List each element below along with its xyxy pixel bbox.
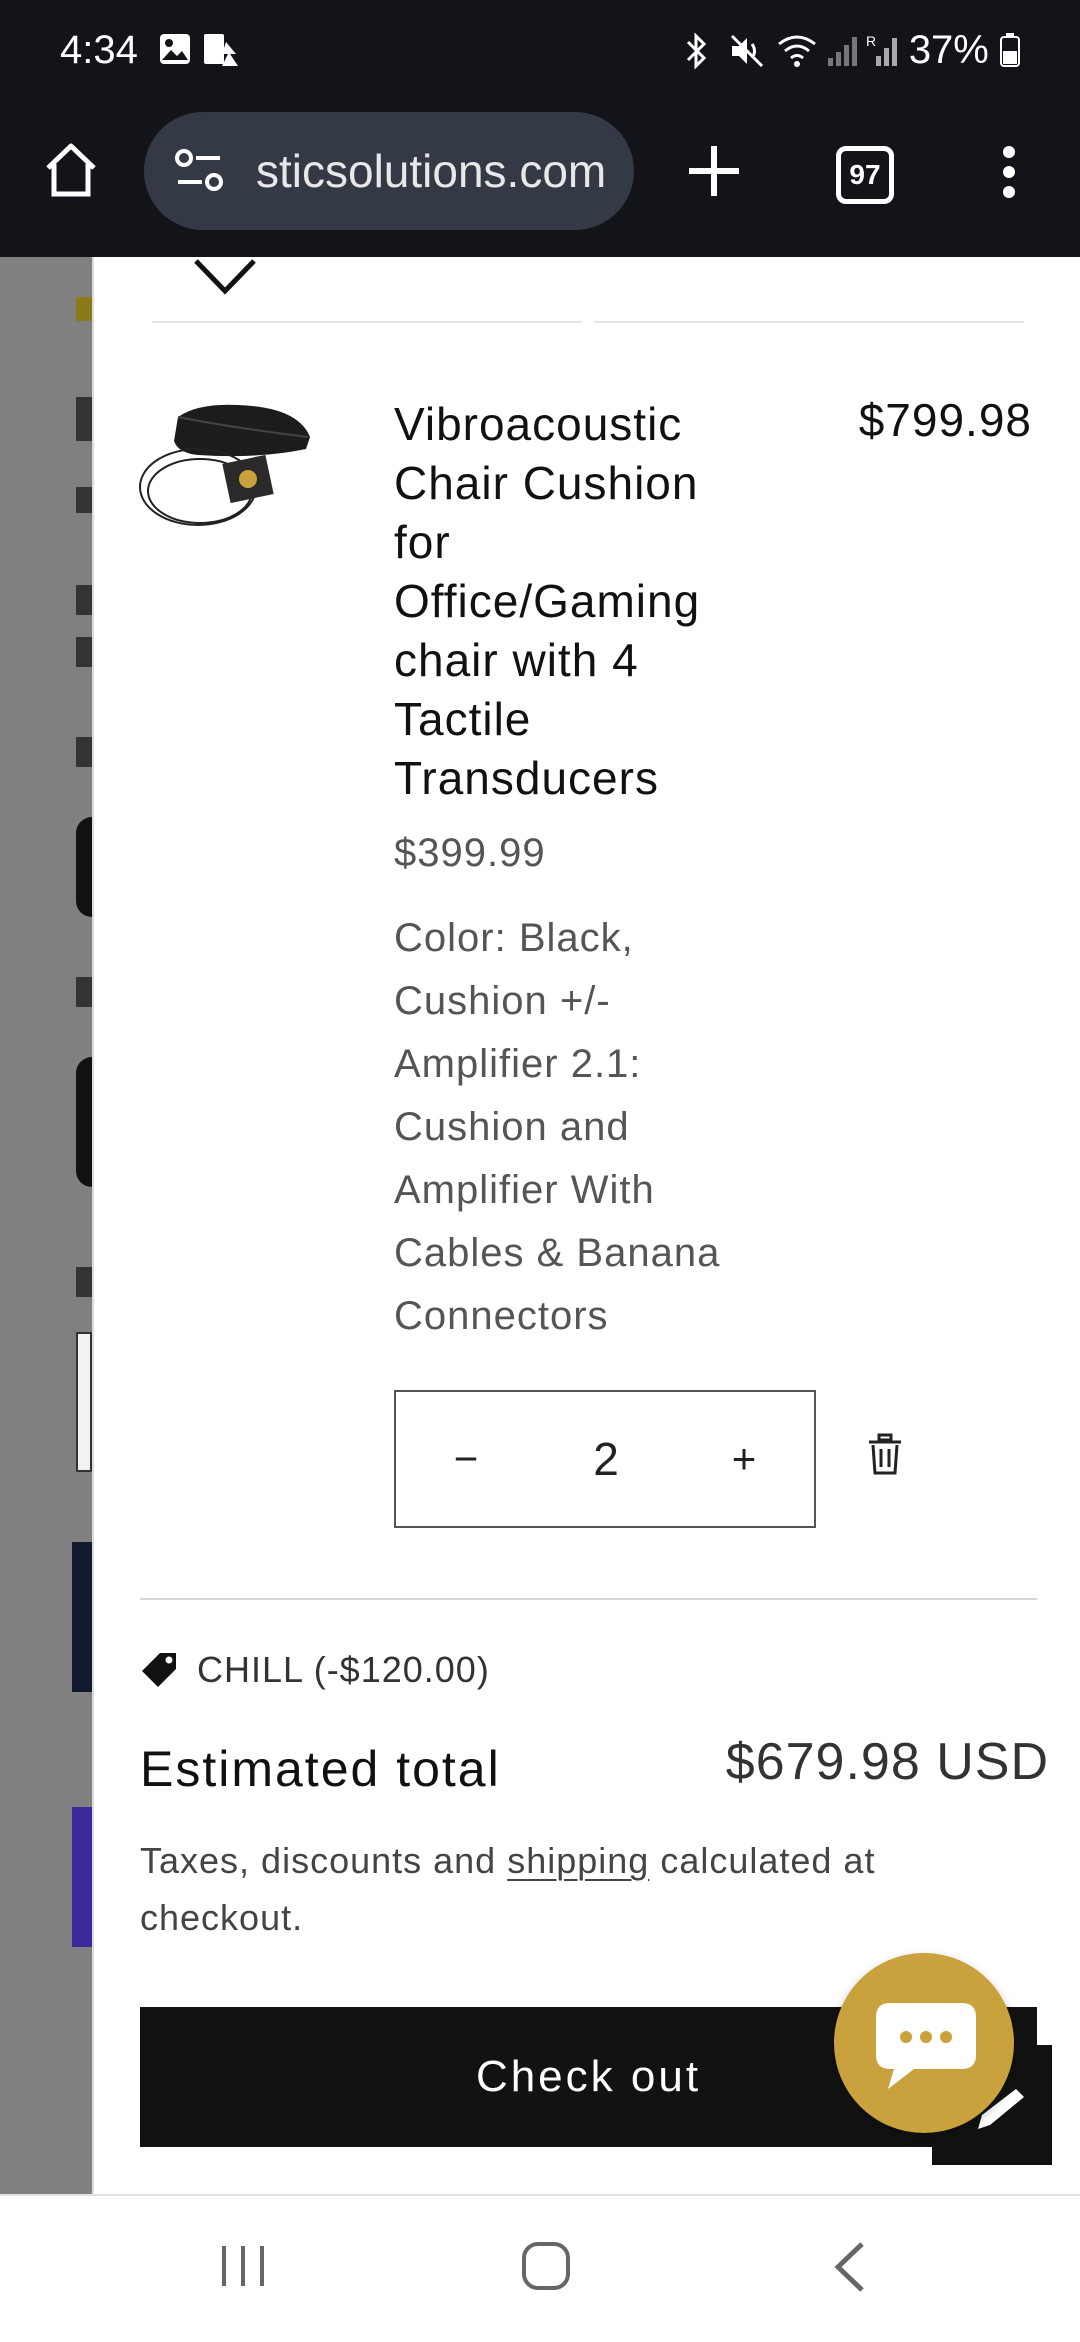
svg-text:R: R (866, 33, 876, 49)
estimated-total-value: $679.98 USD (725, 1733, 1049, 1791)
app-notification-icon (202, 32, 242, 75)
variant-options: Color: Black, Cushion +/- Amplifier 2.1:… (394, 916, 721, 1338)
product-image[interactable] (138, 397, 316, 537)
chevron-down-icon[interactable] (190, 257, 260, 302)
tax-note: Taxes, discounts and shipping calculated… (140, 1832, 1020, 1946)
address-bar[interactable]: sticsolutions.com (144, 112, 634, 230)
discount-code: CHILL (-$120.00) (197, 1649, 490, 1690)
status-time: 4:34 (60, 28, 138, 72)
quantity-input[interactable]: 2 (546, 1392, 666, 1526)
url-text: sticsolutions.com (256, 145, 607, 197)
wifi-icon (776, 32, 818, 75)
divider (140, 1598, 1037, 1600)
trash-icon[interactable] (867, 1433, 903, 1482)
recent-apps-icon[interactable] (218, 2242, 268, 2295)
more-menu-icon[interactable] (998, 144, 1020, 205)
new-tab-icon[interactable] (686, 140, 742, 207)
home-nav-icon[interactable] (520, 2240, 572, 2297)
quantity-increase-button[interactable]: + (694, 1392, 794, 1526)
shipping-link[interactable]: shipping (507, 1840, 649, 1881)
quantity-decrease-button[interactable]: − (416, 1392, 516, 1526)
unit-price: $399.99 (394, 831, 546, 875)
chat-button[interactable] (834, 1953, 1014, 2133)
gallery-notification-icon (158, 32, 192, 71)
status-bar: 4:34 R 37% (0, 0, 1080, 112)
line-item-price: $799.98 (858, 394, 1032, 446)
divider (152, 321, 582, 323)
quantity-stepper: − 2 + (394, 1390, 816, 1528)
cart-drawer: Vibroacoustic Chair Cushion for Office/G… (92, 257, 1080, 2194)
browser-toolbar: sticsolutions.com 97 (0, 112, 1080, 257)
signal-roaming-icon: R (866, 32, 902, 75)
tag-icon (140, 1651, 180, 1694)
battery-level: 37% (909, 28, 1020, 73)
tab-switcher-icon[interactable]: 97 (836, 146, 894, 204)
mute-icon (728, 32, 766, 75)
product-title[interactable]: Vibroacoustic Chair Cushion for Office/G… (394, 395, 754, 808)
tax-note-text: Taxes, discounts and (140, 1840, 508, 1881)
chat-icon (872, 1999, 980, 2100)
background-page-overlay (0, 257, 92, 2194)
system-navigation-bar (0, 2194, 1080, 2342)
back-icon[interactable] (830, 2240, 870, 2299)
bluetooth-icon (682, 32, 712, 75)
estimated-total-label: Estimated total (140, 1741, 501, 1797)
divider (594, 321, 1024, 323)
signal-icon (826, 32, 862, 75)
home-icon[interactable] (40, 140, 102, 207)
site-settings-icon[interactable] (174, 148, 224, 199)
